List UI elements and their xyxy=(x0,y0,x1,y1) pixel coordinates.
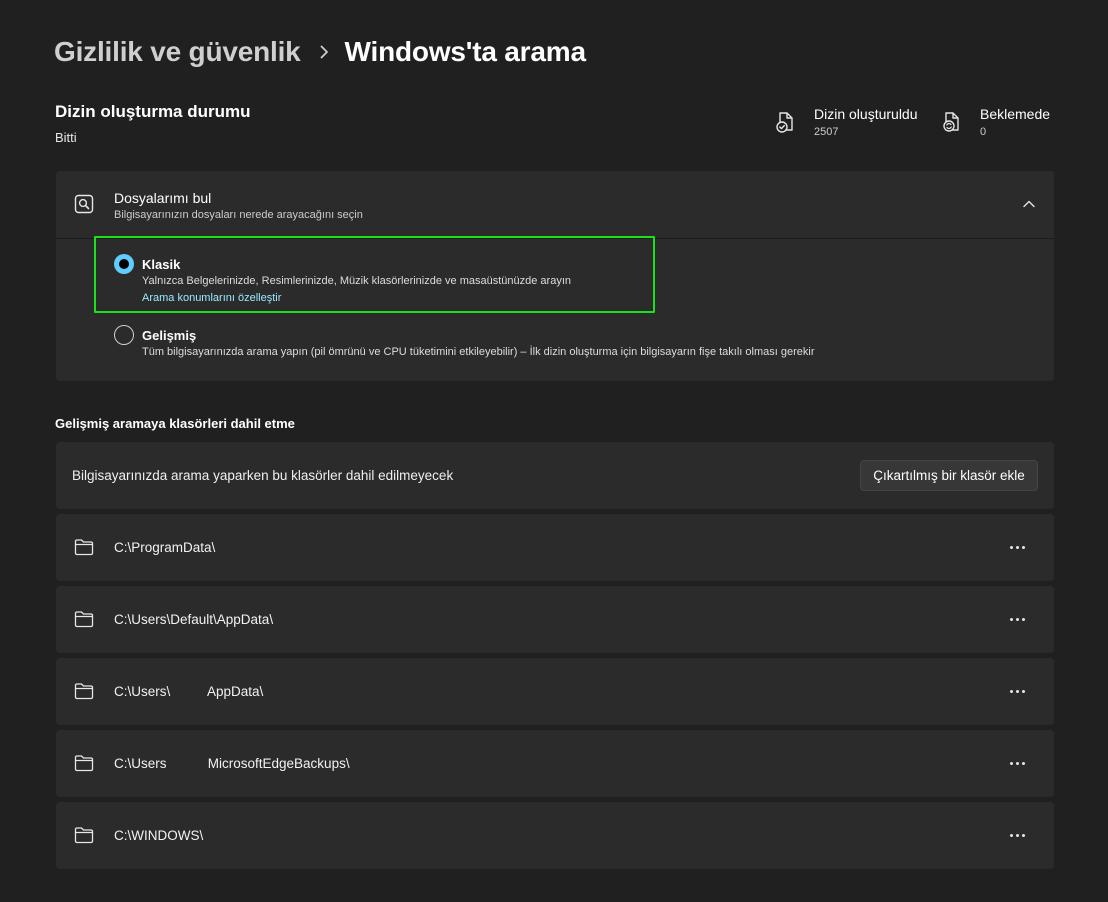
document-check-icon xyxy=(774,110,798,134)
more-icon xyxy=(1009,617,1013,621)
more-options-button[interactable] xyxy=(1002,606,1032,632)
pending-label: Beklemede xyxy=(980,106,1051,122)
folder-path: C:\WINDOWS\ xyxy=(114,828,204,843)
folder-row: C:\Users\Default\AppData\ xyxy=(56,586,1054,653)
folder-row: C:\Users MicrosoftEdgeBackups\ xyxy=(56,730,1054,797)
index-status-value: Bitti xyxy=(55,130,77,145)
indexed-count: 2507 xyxy=(814,126,839,138)
find-files-title: Dosyalarımı bul xyxy=(114,190,212,206)
more-icon xyxy=(1009,545,1013,549)
more-options-button[interactable] xyxy=(1002,534,1032,560)
exclude-section-title: Gelişmiş aramaya klasörleri dahil etme xyxy=(55,416,295,431)
indexed-label: Dizin oluşturuldu xyxy=(814,106,918,122)
more-icon xyxy=(1009,689,1013,693)
find-files-header[interactable]: Dosyalarımı bul Bilgisayarınızın dosyala… xyxy=(56,171,1054,239)
option-enhanced-title: Gelişmiş xyxy=(142,328,197,343)
exclude-header-card: Bilgisayarınızda arama yaparken bu klasö… xyxy=(56,442,1054,509)
radio-classic[interactable] xyxy=(114,254,134,274)
search-folder-icon xyxy=(74,194,94,214)
radio-enhanced[interactable] xyxy=(114,325,134,345)
breadcrumb-parent-link[interactable]: Gizlilik ve güvenlik xyxy=(54,36,301,68)
add-excluded-folder-button[interactable]: Çıkartılmış bir klasör ekle xyxy=(860,460,1038,491)
chevron-right-icon xyxy=(319,45,329,59)
customize-search-locations-link[interactable]: Arama konumlarını özelleştir xyxy=(142,292,281,304)
folder-row: C:\WINDOWS\ xyxy=(56,802,1054,869)
folder-icon xyxy=(74,682,94,700)
breadcrumb: Gizlilik ve güvenlik Windows'ta arama xyxy=(54,30,586,74)
pending-stat: Beklemede 0 xyxy=(940,106,1050,138)
more-icon xyxy=(1009,833,1013,837)
folder-icon xyxy=(74,826,94,844)
folder-path: C:\ProgramData\ xyxy=(114,540,216,555)
more-options-button[interactable] xyxy=(1002,750,1032,776)
folder-row: C:\Users\ AppData\ xyxy=(56,658,1054,725)
exclude-description: Bilgisayarınızda arama yaparken bu klasö… xyxy=(72,468,454,483)
more-icon xyxy=(1009,761,1013,765)
indexed-stat: Dizin oluşturuldu 2507 xyxy=(774,106,918,138)
folder-path: C:\Users\Default\AppData\ xyxy=(114,612,274,627)
folder-row: C:\ProgramData\ xyxy=(56,514,1054,581)
find-files-expander: Dosyalarımı bul Bilgisayarınızın dosyala… xyxy=(56,171,1054,381)
pending-count: 0 xyxy=(980,126,987,138)
find-files-subtitle: Bilgisayarınızın dosyaları nerede arayac… xyxy=(114,209,363,221)
chevron-up-icon[interactable] xyxy=(1022,197,1036,211)
folder-path: C:\Users\ AppData\ xyxy=(114,684,264,699)
folder-path: C:\Users MicrosoftEdgeBackups\ xyxy=(114,756,350,771)
page-title: Windows'ta arama xyxy=(344,36,586,67)
more-options-button[interactable] xyxy=(1002,678,1032,704)
option-enhanced-description: Tüm bilgisayarınızda arama yapın (pil öm… xyxy=(142,346,815,358)
folder-icon xyxy=(74,538,94,556)
folder-icon xyxy=(74,754,94,772)
settings-page: Gizlilik ve güvenlik Windows'ta arama Di… xyxy=(0,0,1108,902)
index-status-title: Dizin oluşturma durumu xyxy=(55,102,251,121)
more-options-button[interactable] xyxy=(1002,822,1032,848)
option-classic-description: Yalnızca Belgelerinizde, Resimlerinizde,… xyxy=(142,275,571,287)
option-classic-title: Klasik xyxy=(142,257,181,272)
document-sync-icon xyxy=(940,110,964,134)
folder-icon xyxy=(74,610,94,628)
